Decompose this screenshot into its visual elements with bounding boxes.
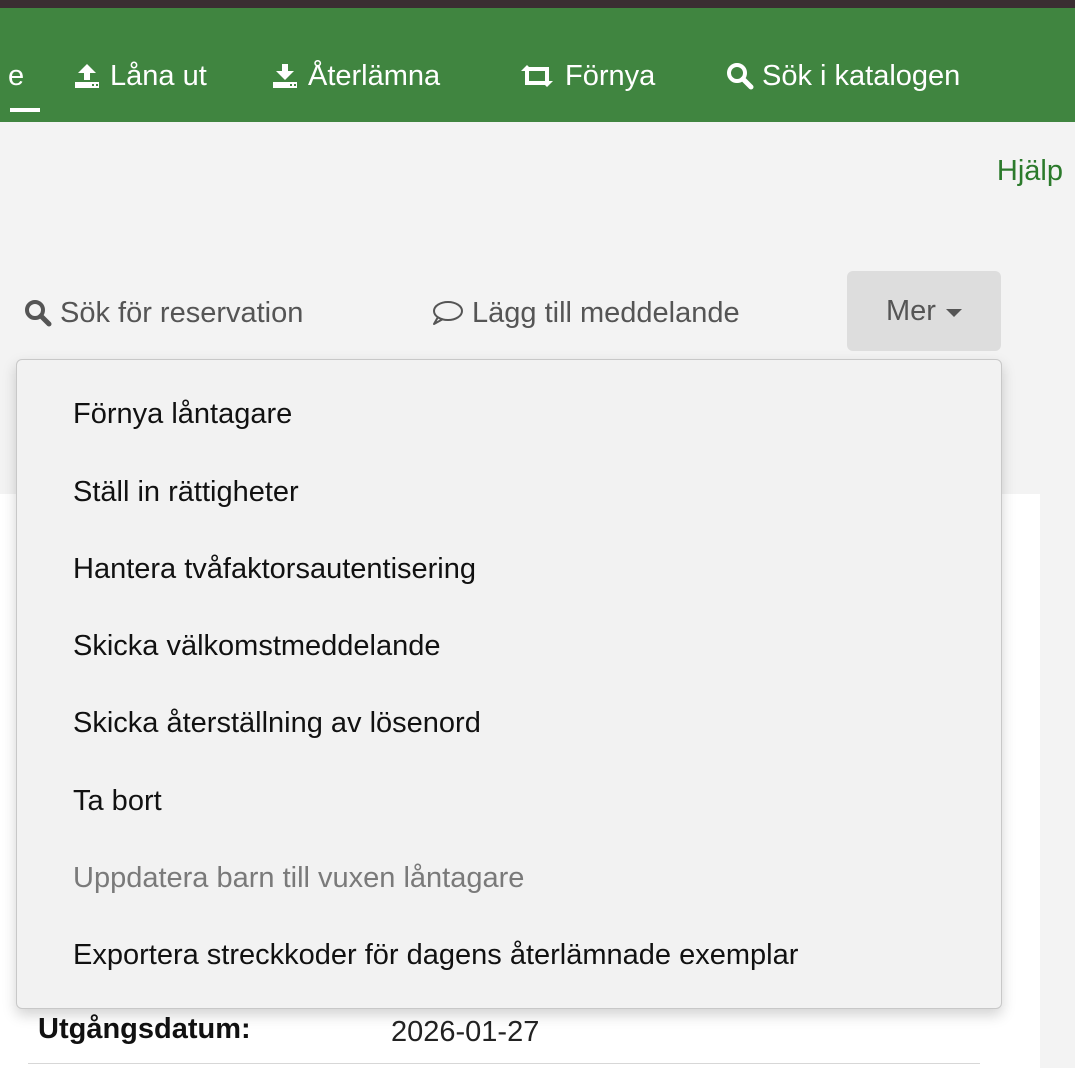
nav-item-checkout-label: Låna ut bbox=[110, 59, 207, 92]
nav-item-renew[interactable]: Förnya bbox=[517, 56, 655, 96]
expiry-date-label: Utgångsdatum: bbox=[38, 1013, 251, 1045]
comment-icon bbox=[433, 301, 463, 325]
nav-item-catalog-search[interactable]: Sök i katalogen bbox=[726, 56, 960, 96]
nav-item-checkin-label: Återlämna bbox=[308, 59, 441, 92]
add-message-button[interactable]: Lägg till meddelande bbox=[430, 293, 740, 333]
menu-item-update-child-to-adult: Uppdatera barn till vuxen låntagare bbox=[73, 862, 525, 894]
search-icon bbox=[727, 63, 754, 90]
divider bbox=[28, 1063, 980, 1064]
menu-item-set-permissions[interactable]: Ställ in rättigheter bbox=[73, 476, 299, 509]
caret-down-icon bbox=[945, 309, 962, 317]
page-gutter bbox=[1040, 494, 1075, 1068]
more-button-label: Mer bbox=[886, 294, 936, 327]
top-strip bbox=[0, 0, 1075, 8]
retweet-icon bbox=[521, 65, 553, 87]
search-icon bbox=[25, 300, 52, 327]
more-dropdown-menu: Förnya låntagare Ställ in rättigheter Ha… bbox=[16, 359, 1002, 1009]
menu-item-send-password-reset[interactable]: Skicka återställning av lösenord bbox=[73, 707, 481, 740]
expiry-date-value: 2026-01-27 bbox=[391, 1016, 540, 1048]
search-to-hold-button[interactable]: Sök för reservation bbox=[24, 293, 303, 333]
search-to-hold-label: Sök för reservation bbox=[60, 296, 304, 329]
help-link[interactable]: Hjälp bbox=[997, 155, 1063, 188]
nav-item-checkout[interactable]: Låna ut bbox=[72, 56, 207, 96]
menu-item-send-welcome[interactable]: Skicka välkomstmeddelande bbox=[73, 630, 441, 663]
menu-item-delete[interactable]: Ta bort bbox=[73, 785, 162, 818]
menu-item-export-barcodes[interactable]: Exportera streckkoder för dagens återläm… bbox=[73, 939, 798, 972]
add-message-label: Lägg till meddelande bbox=[472, 296, 740, 329]
main-navbar: e Låna ut Återlämna Förnya Sök i katalog… bbox=[0, 8, 1075, 122]
nav-item-partial[interactable]: e bbox=[8, 56, 24, 96]
upload-icon bbox=[75, 64, 99, 88]
nav-item-checkin[interactable]: Återlämna bbox=[270, 56, 440, 96]
active-nav-underline bbox=[10, 108, 40, 112]
download-icon bbox=[273, 64, 297, 88]
nav-item-renew-label: Förnya bbox=[565, 59, 656, 92]
nav-item-catalog-search-label: Sök i katalogen bbox=[762, 59, 961, 92]
nav-item-partial-label: e bbox=[8, 59, 25, 92]
menu-item-manage-2fa[interactable]: Hantera tvåfaktorsautentisering bbox=[73, 553, 476, 586]
menu-item-renew-patron[interactable]: Förnya låntagare bbox=[73, 398, 292, 431]
more-dropdown-button[interactable]: Mer bbox=[847, 271, 1001, 351]
